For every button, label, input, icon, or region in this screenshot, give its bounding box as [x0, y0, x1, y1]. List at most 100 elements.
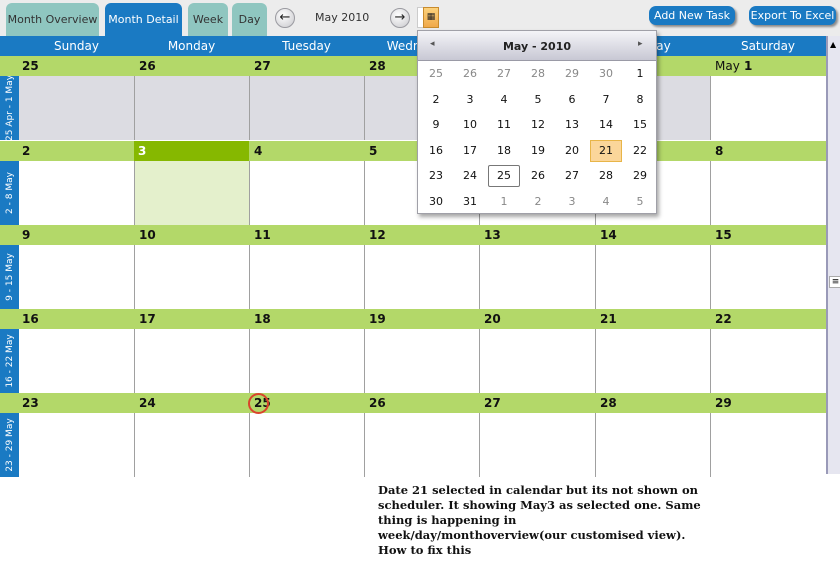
add-new-task-button[interactable]: Add New Task — [649, 6, 735, 25]
date-picker-day[interactable]: 27 — [556, 165, 588, 187]
date-picker-day[interactable]: 10 — [454, 114, 486, 136]
day-number[interactable]: 4 — [254, 144, 262, 158]
date-picker-day[interactable]: 16 — [420, 140, 452, 162]
day-cell[interactable] — [595, 245, 710, 309]
day-number[interactable]: 10 — [139, 228, 156, 242]
date-picker-day[interactable]: 3 — [556, 191, 588, 213]
day-cell[interactable] — [595, 329, 710, 393]
date-picker-day[interactable]: 5 — [522, 89, 554, 111]
day-cell[interactable] — [710, 161, 826, 225]
day-number[interactable]: 21 — [600, 312, 617, 326]
day-number[interactable]: 13 — [484, 228, 501, 242]
date-picker-day[interactable]: 27 — [488, 63, 520, 85]
day-number[interactable]: 14 — [600, 228, 617, 242]
day-cell[interactable] — [19, 161, 134, 225]
date-picker-day[interactable]: 24 — [454, 165, 486, 187]
export-to-excel-button[interactable]: Export To Excel — [749, 6, 836, 25]
tab-month-overview[interactable]: Month Overview — [6, 3, 99, 36]
day-cell[interactable] — [364, 329, 479, 393]
day-number[interactable]: 19 — [369, 312, 386, 326]
date-picker-day[interactable]: 30 — [420, 191, 452, 213]
date-picker-day[interactable]: 22 — [624, 140, 656, 162]
date-picker-day[interactable]: 8 — [624, 89, 656, 111]
day-number[interactable]: 26 — [139, 59, 156, 73]
day-number[interactable]: 9 — [22, 228, 30, 242]
week-label[interactable]: 25 Apr - 1 May — [0, 76, 19, 140]
day-cell[interactable] — [134, 329, 249, 393]
day-number[interactable]: 23 — [22, 396, 39, 410]
day-cell[interactable] — [249, 413, 364, 477]
day-number[interactable]: 17 — [139, 312, 156, 326]
date-picker-day[interactable]: 26 — [522, 165, 554, 187]
date-picker-day[interactable]: 1 — [624, 63, 656, 85]
date-picker-day[interactable]: 23 — [420, 165, 452, 187]
scroll-up-icon[interactable]: ▲ — [830, 40, 836, 49]
date-picker-day[interactable]: 15 — [624, 114, 656, 136]
day-cell[interactable] — [364, 245, 479, 309]
date-picker-day[interactable]: 13 — [556, 114, 588, 136]
day-number[interactable]: 26 — [369, 396, 386, 410]
date-picker-day[interactable]: 17 — [454, 140, 486, 162]
day-cell[interactable] — [595, 413, 710, 477]
day-cell[interactable] — [134, 245, 249, 309]
date-picker-day[interactable]: 21 — [590, 139, 622, 162]
date-picker-day[interactable]: 1 — [488, 191, 520, 213]
week-label[interactable]: 9 - 15 May — [0, 245, 19, 309]
date-picker-day[interactable]: 4 — [590, 191, 622, 213]
day-cell[interactable] — [249, 161, 364, 225]
scroll-thumb[interactable]: ≡ — [829, 276, 840, 288]
day-cell[interactable] — [249, 329, 364, 393]
date-picker-day[interactable]: 2 — [420, 89, 452, 111]
day-cell[interactable] — [134, 161, 249, 225]
day-cell[interactable] — [134, 76, 249, 140]
day-cell[interactable] — [479, 245, 595, 309]
tab-week[interactable]: Week — [188, 3, 228, 36]
day-number[interactable]: 29 — [715, 396, 732, 410]
date-picker-day[interactable]: 29 — [624, 165, 656, 187]
date-picker-day[interactable]: 14 — [590, 114, 622, 136]
day-number[interactable]: 16 — [22, 312, 39, 326]
calendar-picker-button[interactable]: ▦ — [423, 7, 439, 28]
week-label[interactable]: 16 - 22 May — [0, 329, 19, 393]
date-picker-day[interactable]: 19 — [522, 140, 554, 162]
day-cell[interactable] — [19, 76, 134, 140]
day-number[interactable]: 5 — [369, 144, 377, 158]
day-number[interactable]: May 1 — [715, 59, 752, 73]
tab-month-detail[interactable]: Month Detail — [105, 3, 182, 36]
date-picker-day[interactable]: 4 — [488, 89, 520, 111]
date-picker-day[interactable]: 7 — [590, 89, 622, 111]
day-cell[interactable] — [479, 413, 595, 477]
day-number[interactable]: 27 — [254, 59, 271, 73]
date-picker-day[interactable]: 29 — [556, 63, 588, 85]
day-number[interactable]: 25 — [22, 59, 39, 73]
week-label[interactable]: 2 - 8 May — [0, 161, 19, 225]
day-cell[interactable] — [19, 329, 134, 393]
date-picker-day[interactable]: 9 — [420, 114, 452, 136]
next-month-button[interactable]: → — [390, 8, 410, 28]
day-number[interactable]: 27 — [484, 396, 501, 410]
day-number[interactable]: 2 — [22, 144, 30, 158]
date-picker-day[interactable]: 31 — [454, 191, 486, 213]
day-number[interactable]: 24 — [139, 396, 156, 410]
date-picker-day[interactable]: 28 — [522, 63, 554, 85]
day-number[interactable]: 12 — [369, 228, 386, 242]
day-cell[interactable] — [710, 413, 826, 477]
date-picker-day[interactable]: 18 — [488, 140, 520, 162]
date-picker-day[interactable]: 6 — [556, 89, 588, 111]
date-picker-day[interactable]: 3 — [454, 89, 486, 111]
date-picker-day[interactable]: 30 — [590, 63, 622, 85]
day-number[interactable]: 8 — [715, 144, 723, 158]
day-number[interactable]: 22 — [715, 312, 732, 326]
day-cell[interactable] — [249, 245, 364, 309]
date-picker-day[interactable]: 26 — [454, 63, 486, 85]
day-number[interactable]: 11 — [254, 228, 271, 242]
day-number[interactable]: 15 — [715, 228, 732, 242]
day-cell[interactable] — [710, 329, 826, 393]
date-picker-day[interactable]: 28 — [590, 165, 622, 187]
day-cell[interactable] — [249, 76, 364, 140]
date-picker-day[interactable]: 12 — [522, 114, 554, 136]
vertical-scrollbar[interactable]: ▲ ≡ — [826, 36, 840, 474]
date-picker-day[interactable]: 25 — [420, 63, 452, 85]
day-cell[interactable] — [710, 245, 826, 309]
day-cell[interactable] — [19, 245, 134, 309]
